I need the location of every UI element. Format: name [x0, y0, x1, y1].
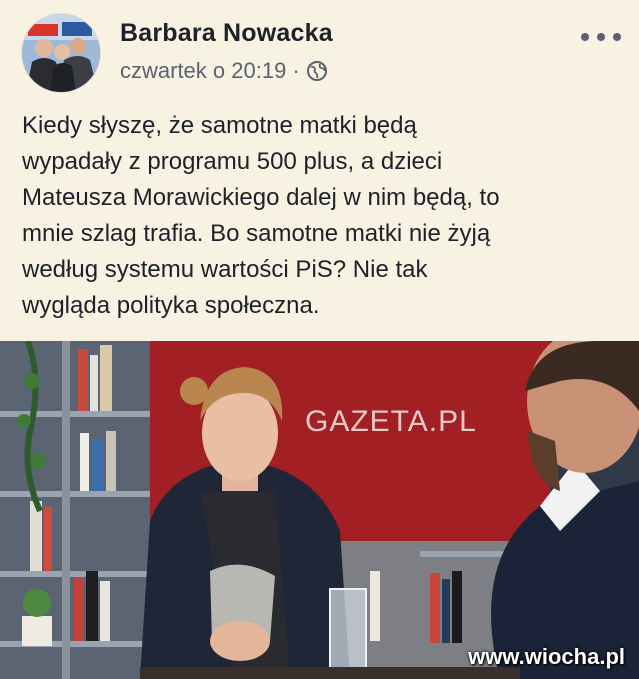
- author-name[interactable]: Barbara Nowacka: [120, 19, 333, 48]
- more-dot: [613, 33, 621, 41]
- photo-illustration: [0, 341, 639, 679]
- post-text-line: mnie szlag trafia. Bo samotne matki nie …: [22, 220, 491, 247]
- meta-separator: ·: [292, 58, 300, 83]
- post-text-line: wygląda polityka społeczna.: [22, 292, 320, 319]
- post-text-line: Mateusza Morawickiego dalej w nim będą, …: [22, 184, 500, 211]
- post-text-line: Kiedy słyszę, że samotne matki będą: [22, 112, 417, 139]
- post-header: Barbara Nowacka czwartek o 20:19 ·: [0, 0, 639, 100]
- post-text-line: według systemu wartości PiS? Nie tak: [22, 256, 428, 283]
- more-options-icon[interactable]: [581, 28, 621, 46]
- post-meta: czwartek o 20:19 ·: [120, 57, 328, 85]
- avatar[interactable]: [22, 14, 100, 92]
- globe-icon: [306, 60, 328, 82]
- studio-logo: GAZETA.PL: [305, 405, 477, 438]
- post-text-line: wypadały z programu 500 plus, a dzieci: [22, 148, 443, 175]
- post-photo[interactable]: GAZETA.PL: [0, 341, 639, 679]
- avatar-photo: [22, 14, 100, 92]
- more-dot: [597, 33, 605, 41]
- post-text: Kiedy słyszę, że samotne matki będą wypa…: [22, 108, 622, 324]
- more-dot: [581, 33, 589, 41]
- post-timestamp[interactable]: czwartek o 20:19: [120, 58, 286, 84]
- watermark: www.wiocha.pl: [468, 644, 625, 669]
